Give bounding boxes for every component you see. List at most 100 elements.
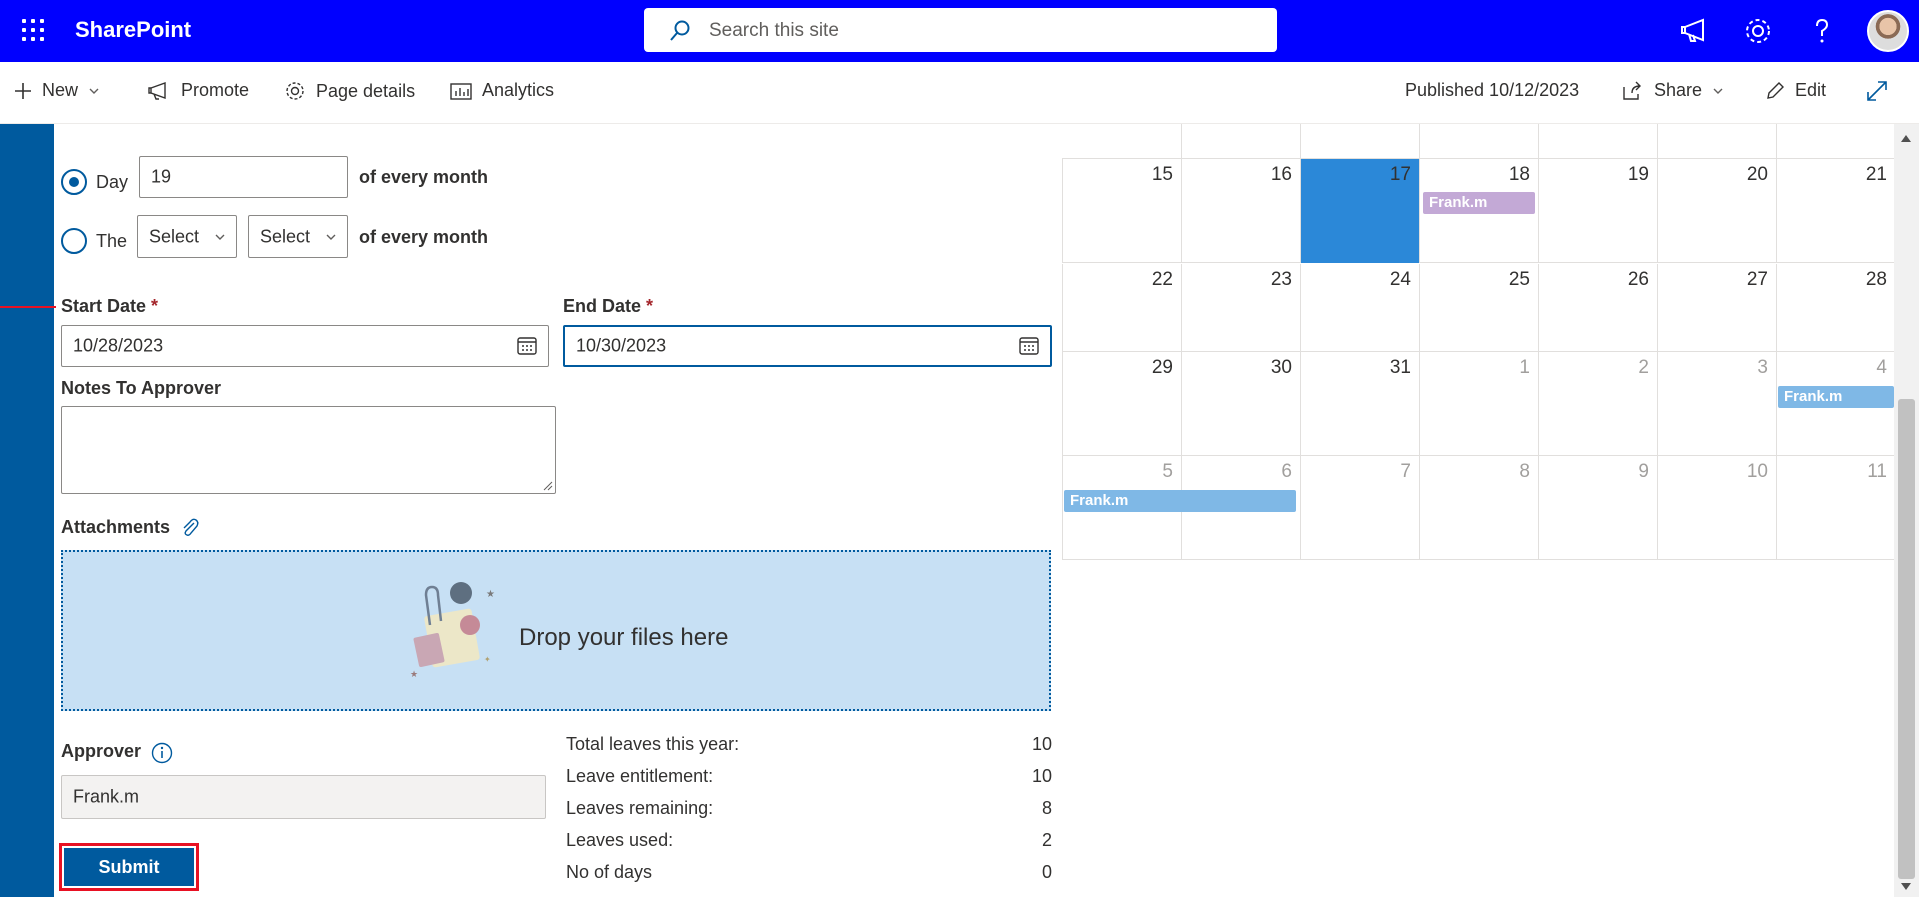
stat-row: Leaves used: 2 <box>566 828 1052 860</box>
avatar[interactable] <box>1867 10 1909 52</box>
share-button[interactable]: Share <box>1622 80 1724 101</box>
day-input[interactable]: 19 <box>139 156 348 198</box>
calendar-day-cell[interactable]: 28 <box>1776 264 1895 352</box>
stat-row: Leave entitlement: 10 <box>566 764 1052 796</box>
scroll-down-icon[interactable] <box>1901 883 1911 891</box>
calendar-day-cell[interactable]: 27 <box>1657 264 1776 352</box>
chevron-down-icon <box>215 234 225 240</box>
calendar-day-cell[interactable]: 19 <box>1538 159 1657 263</box>
calendar-icon[interactable] <box>1019 336 1039 356</box>
calendar-divider <box>1657 124 1658 159</box>
page-details-button[interactable]: Page details <box>284 80 415 102</box>
calendar-icon[interactable] <box>517 336 537 356</box>
calendar-day-cell[interactable]: 10 <box>1657 456 1776 560</box>
new-button[interactable]: New <box>14 80 100 101</box>
stat-value: 2 <box>1041 830 1052 850</box>
calendar-day-cell[interactable]: 31 <box>1300 352 1419 456</box>
calendar-day-cell[interactable]: 30 <box>1181 352 1300 456</box>
resize-handle-icon[interactable] <box>541 479 553 491</box>
calendar-day-cell[interactable]: 11 <box>1776 456 1895 560</box>
end-date-value: 10/30/2023 <box>576 335 667 356</box>
gear-icon[interactable] <box>1741 14 1775 48</box>
search-icon <box>670 20 690 41</box>
weekday-select[interactable]: Select <box>248 215 348 258</box>
info-icon[interactable] <box>151 742 173 764</box>
plus-icon <box>15 82 31 99</box>
scroll-up-icon[interactable] <box>1901 134 1911 142</box>
calendar-day-number: 8 <box>1519 461 1530 482</box>
waffle-icon[interactable] <box>20 17 46 43</box>
radio-day[interactable] <box>61 169 87 195</box>
scroll-thumb[interactable] <box>1898 399 1915 879</box>
ordinal-select-value: Select <box>149 226 200 246</box>
calendar-day-number: 7 <box>1400 461 1411 482</box>
megaphone-icon[interactable] <box>1678 14 1712 48</box>
search-input[interactable]: Search this site <box>709 20 839 42</box>
calendar-day-cell[interactable]: 16 <box>1181 159 1300 263</box>
calendar-day-cell[interactable]: 9 <box>1538 456 1657 560</box>
chevron-down-icon <box>89 88 99 94</box>
calendar-day-number: 22 <box>1151 269 1173 290</box>
edit-button[interactable]: Edit <box>1765 80 1826 101</box>
promote-button[interactable]: Promote <box>147 80 249 101</box>
day-input-value: 19 <box>151 166 172 187</box>
calendar-day-cell[interactable]: 15 <box>1062 159 1181 263</box>
file-dropzone[interactable]: ★ ★ ✦ Drop your files here <box>61 550 1051 711</box>
search-box[interactable]: Search this site <box>644 8 1277 52</box>
calendar-day-cell[interactable]: 17 <box>1300 159 1419 263</box>
submit-label: Submit <box>64 848 194 886</box>
radio-the[interactable] <box>61 228 87 254</box>
chevron-down-icon <box>1713 88 1723 94</box>
end-date-label-text: End Date <box>563 296 642 316</box>
calendar-day-number: 24 <box>1389 269 1411 290</box>
start-date-input[interactable]: 10/28/2023 <box>61 325 549 367</box>
radio-day-label: Day <box>96 172 129 192</box>
leave-calendar: 15 16 17 18 19 20 21 22 23 24 25 26 27 28 29 30 31 1 2 3 4 5 6… <box>1062 124 1895 560</box>
paperclip-icon[interactable] <box>180 516 200 538</box>
calendar-day-number: 17 <box>1389 164 1411 185</box>
files-illustration-icon: ★ ★ ✦ <box>410 582 495 679</box>
calendar-day-cell[interactable]: 23 <box>1181 264 1300 352</box>
approver-label: Approver <box>61 741 142 761</box>
of-every-month-label: of every month <box>359 167 489 187</box>
calendar-day-cell[interactable]: 20 <box>1657 159 1776 263</box>
calendar-day-cell[interactable]: 1 <box>1419 352 1538 456</box>
app-name[interactable]: SharePoint <box>75 17 191 43</box>
start-date-value: 10/28/2023 <box>73 335 164 356</box>
help-icon[interactable] <box>1805 14 1839 48</box>
calendar-day-cell[interactable]: 8 <box>1419 456 1538 560</box>
submit-button[interactable]: Submit <box>59 843 199 891</box>
calendar-day-number: 6 <box>1281 461 1292 482</box>
calendar-day-cell[interactable]: 22 <box>1062 264 1181 352</box>
calendar-divider <box>1300 124 1301 159</box>
analytics-icon <box>450 82 472 100</box>
annotation-arrow <box>0 306 56 308</box>
scrollbar[interactable] <box>1894 124 1919 897</box>
stat-row: Total leaves this year: 10 <box>566 732 1052 764</box>
calendar-event[interactable]: Frank.m <box>1423 192 1535 214</box>
calendar-day-cell[interactable]: 29 <box>1062 352 1181 456</box>
calendar-day-cell[interactable]: 21 <box>1776 159 1895 263</box>
end-date-input[interactable]: 10/30/2023 <box>563 325 1052 367</box>
calendar-day-cell[interactable]: 7 <box>1300 456 1419 560</box>
analytics-button[interactable]: Analytics <box>450 80 554 101</box>
calendar-day-cell[interactable]: 26 <box>1538 264 1657 352</box>
calendar-day-cell[interactable]: 2 <box>1538 352 1657 456</box>
ordinal-select[interactable]: Select <box>137 215 237 258</box>
calendar-day-number: 30 <box>1270 357 1292 378</box>
analytics-label: Analytics <box>482 80 555 100</box>
calendar-day-cell[interactable]: 3 <box>1657 352 1776 456</box>
stat-label: Leaves remaining: <box>566 798 714 818</box>
calendar-event[interactable]: Frank.m <box>1778 386 1894 408</box>
calendar-day-cell[interactable]: 24 <box>1300 264 1419 352</box>
published-status: Published 10/12/2023 <box>1405 80 1579 101</box>
stat-value: 10 <box>1031 734 1052 754</box>
calendar-event[interactable]: Frank.m <box>1064 490 1296 512</box>
calendar-day-number: 2 <box>1638 357 1649 378</box>
expand-button[interactable] <box>1866 80 1888 102</box>
svg-text:✦: ✦ <box>484 655 491 664</box>
calendar-day-cell[interactable]: 25 <box>1419 264 1538 352</box>
stat-label: Leave entitlement: <box>566 766 714 786</box>
notes-textarea[interactable] <box>61 406 556 494</box>
command-bar: New Promote Page details Analytics Publi… <box>0 62 1919 124</box>
